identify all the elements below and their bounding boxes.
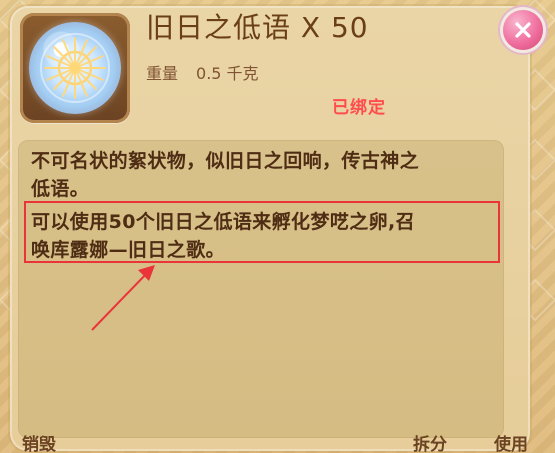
highlight-box (24, 201, 500, 263)
orb-pattern-icon (40, 33, 110, 103)
weight-value: 0.5 千克 (196, 64, 259, 83)
bound-status: 已绑定 (332, 98, 386, 118)
weight-row: 重量 0.5 千克 (146, 60, 259, 84)
description-line-2: 低语。 (31, 178, 90, 200)
close-icon (515, 22, 531, 38)
destroy-button[interactable]: 销毁 (22, 430, 56, 453)
crystal-orb-icon (29, 22, 121, 114)
description-panel (18, 140, 504, 438)
item-detail-panel: 旧日之低语 X 50 重量 0.5 千克 已绑定 不可名状的絮状物，似旧日之回响… (0, 0, 555, 453)
item-icon-slot (20, 13, 130, 123)
split-button[interactable]: 拆分 (413, 430, 447, 453)
item-title: 旧日之低语 X 50 (146, 11, 369, 44)
weight-label: 重量 (146, 64, 179, 83)
close-button[interactable] (503, 10, 543, 50)
description-line-1: 不可名状的絮状物，似旧日之回响，传古神之 (31, 150, 420, 172)
use-button[interactable]: 使用 (494, 430, 528, 453)
